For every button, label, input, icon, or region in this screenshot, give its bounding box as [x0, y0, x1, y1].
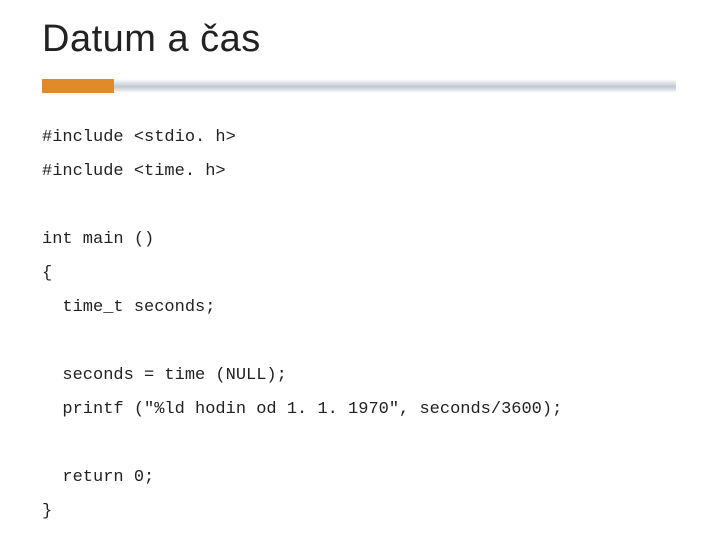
- code-line: seconds = time (NULL);: [42, 366, 287, 385]
- code-line: {: [42, 264, 52, 283]
- code-line: int main (): [42, 230, 154, 249]
- code-line: return 0;: [42, 468, 154, 487]
- rule-gradient: [114, 79, 676, 93]
- code-line: printf ("%ld hodin od 1. 1. 1970", secon…: [42, 400, 562, 419]
- code-line: #include <time. h>: [42, 162, 226, 181]
- slide-title: Datum a čas: [42, 18, 678, 61]
- code-block: #include <stdio. h> #include <time. h> i…: [42, 121, 678, 529]
- slide: Datum a čas #include <stdio. h> #include…: [0, 0, 720, 540]
- code-line: time_t seconds;: [42, 298, 215, 317]
- code-line: }: [42, 502, 52, 521]
- accent-bar: [42, 79, 114, 93]
- code-line: #include <stdio. h>: [42, 128, 236, 147]
- title-rule: [42, 79, 678, 97]
